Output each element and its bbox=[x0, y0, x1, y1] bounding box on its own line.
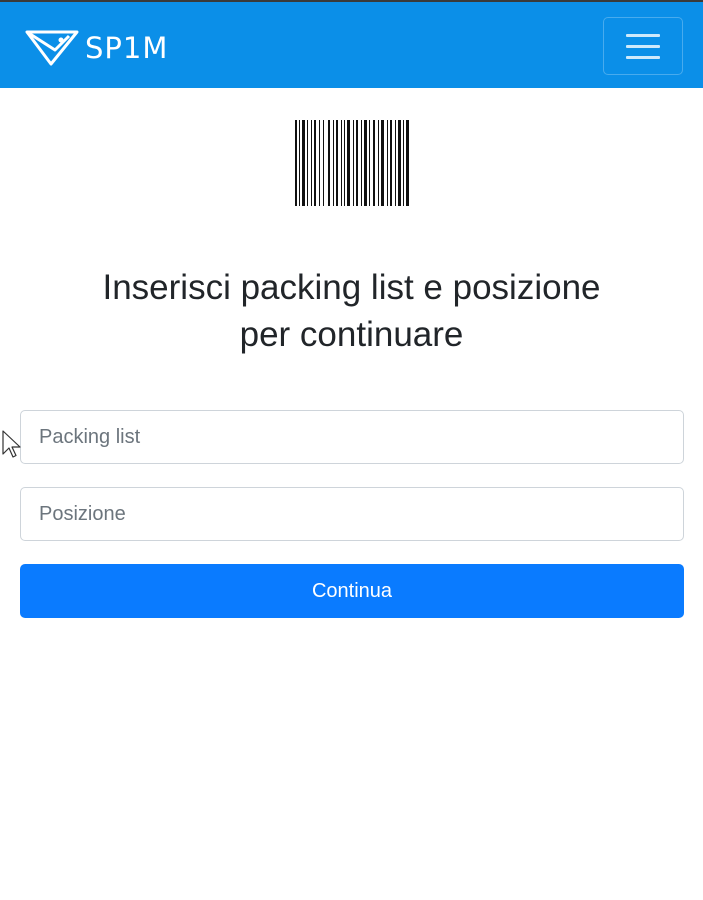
brand-name: SP1M bbox=[85, 31, 169, 65]
continue-button[interactable]: Continua bbox=[20, 564, 684, 618]
brand-logo[interactable]: SP1M bbox=[25, 28, 168, 68]
mouse-cursor-icon bbox=[2, 430, 21, 458]
swallow-logo-icon bbox=[25, 30, 79, 66]
hamburger-menu-icon bbox=[626, 33, 660, 37]
packing-list-input[interactable] bbox=[20, 410, 684, 464]
page-title-line-1: Inserisci packing list e posizione bbox=[102, 268, 601, 307]
top-navbar: SP1M bbox=[0, 0, 703, 88]
navbar-toggle-button[interactable] bbox=[603, 17, 683, 75]
barcode-icon bbox=[295, 120, 409, 206]
page-title-line-2: per continuare bbox=[239, 315, 464, 354]
position-input[interactable] bbox=[20, 487, 684, 541]
page-title: Inserisci packing list e posizione per c… bbox=[0, 264, 703, 358]
